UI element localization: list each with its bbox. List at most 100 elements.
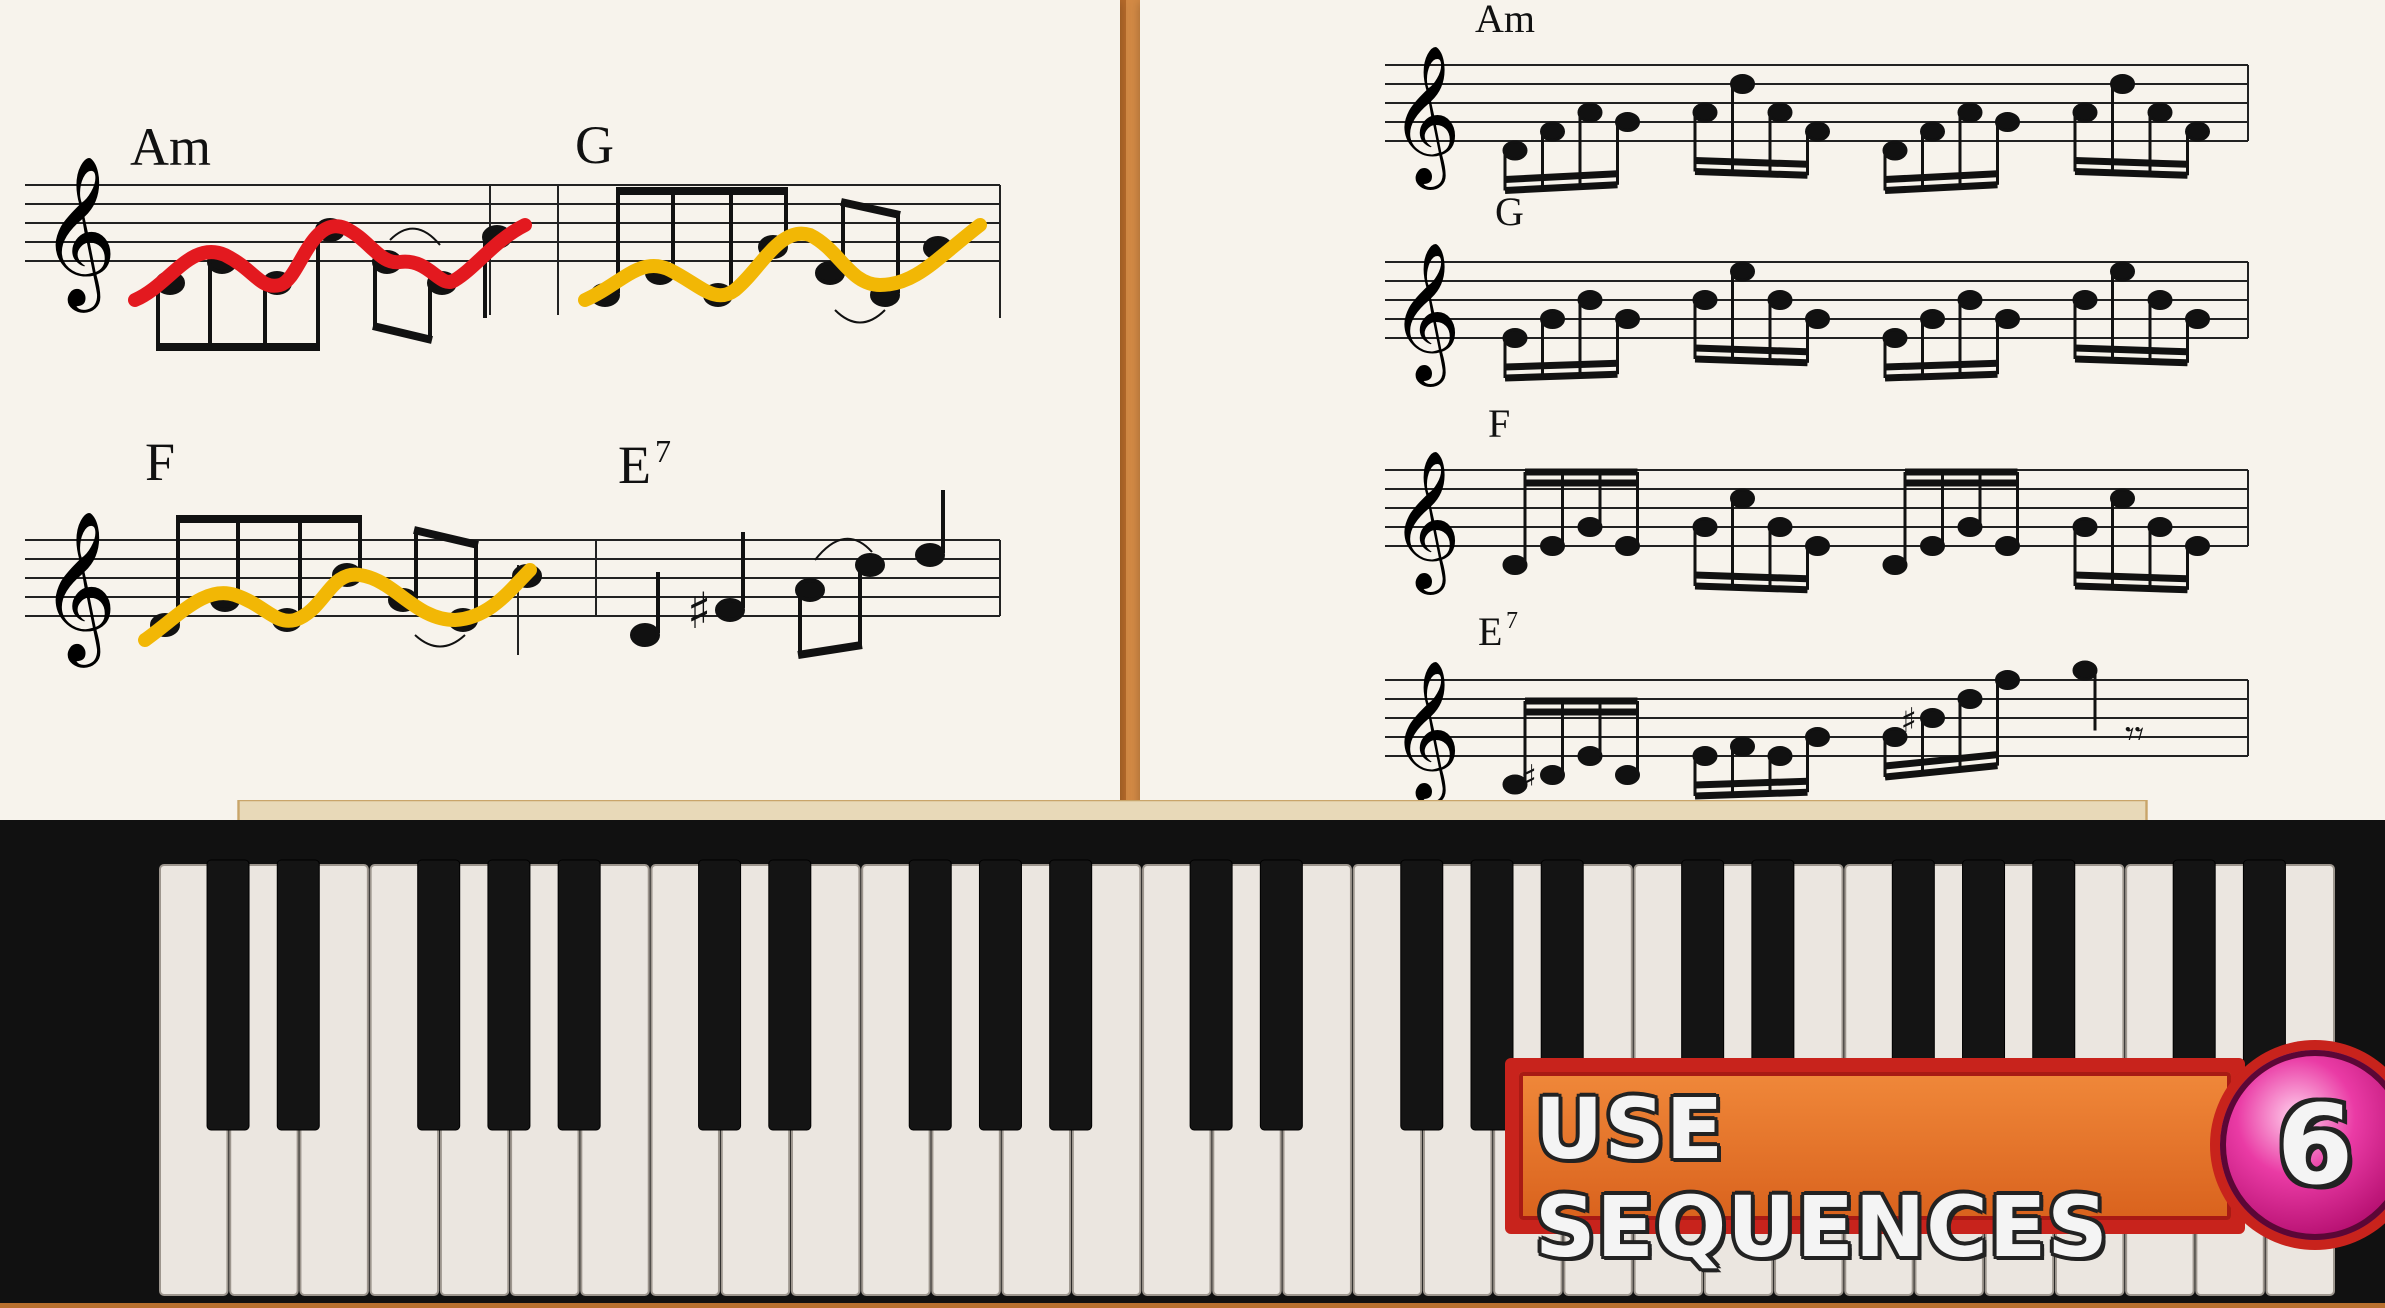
- note-head: [1920, 309, 1945, 329]
- note-beam: [1694, 788, 1808, 800]
- note-beam: [1884, 170, 1998, 183]
- note-head: [2110, 488, 2135, 509]
- black-key[interactable]: [1259, 859, 1303, 1131]
- sequence-line-yellow: [578, 218, 987, 307]
- sharp-icon: ♯: [1521, 758, 1537, 798]
- black-key[interactable]: [1049, 859, 1093, 1131]
- chord-label: F: [145, 432, 175, 492]
- note-beam: [1694, 582, 1808, 594]
- note-head: [2185, 309, 2210, 329]
- note-head: [1995, 536, 2020, 556]
- chord-superscript: 7: [655, 433, 671, 469]
- chord-label: F: [1488, 401, 1510, 446]
- note-head: [1957, 689, 1983, 709]
- note-beam: [2074, 355, 2188, 367]
- chord-label: E: [1478, 609, 1502, 654]
- note-head: [1767, 290, 1793, 310]
- black-key[interactable]: [557, 859, 601, 1131]
- note-head: [1692, 746, 1718, 766]
- note-head: [1577, 746, 1603, 766]
- note-head: [1692, 290, 1718, 310]
- note-beam: [1504, 370, 1618, 382]
- note-head: [1615, 765, 1640, 785]
- note-head: [1995, 112, 2020, 132]
- note-beam: [2074, 344, 2188, 356]
- note-head: [1692, 517, 1718, 537]
- note-head: [1540, 765, 1565, 785]
- left-score-svg: 𝄞 Am G 𝄞 F E 7 ♯: [25, 115, 1001, 668]
- note-head: [1730, 74, 1755, 94]
- note-head: [1692, 102, 1718, 123]
- black-key[interactable]: [417, 859, 461, 1131]
- note-head: [2147, 517, 2173, 537]
- note-beam: [1884, 359, 1998, 371]
- chord-label: E: [618, 435, 651, 495]
- note-head: [1577, 290, 1603, 310]
- note-beam: [1694, 168, 1808, 179]
- note-head: [1957, 517, 1983, 537]
- chord-label: Am: [1475, 0, 1535, 41]
- note-head: [1920, 121, 1945, 142]
- sequence-line-yellow: [138, 563, 537, 647]
- note-head: [2072, 290, 2098, 310]
- note-head: [1995, 309, 2020, 329]
- note-beam: [1884, 370, 1998, 382]
- treble-clef-icon: 𝄞: [1390, 450, 1461, 595]
- note-head: [1767, 746, 1793, 766]
- chord-label: Am: [130, 117, 211, 177]
- note-beam: [1694, 571, 1808, 583]
- note-head: [1920, 708, 1945, 728]
- treble-clef-icon: 𝄞: [40, 154, 117, 313]
- note-head: [2110, 261, 2135, 282]
- note-head: [1995, 670, 2020, 690]
- chord-superscript: 7: [1506, 608, 1518, 634]
- note-head: [2147, 102, 2173, 123]
- chord-label: G: [575, 115, 614, 175]
- note-beam: [2074, 168, 2188, 179]
- note-head: [1502, 555, 1528, 575]
- badge-number: 6: [2276, 1081, 2354, 1209]
- treble-clef-icon: 𝄞: [1390, 660, 1461, 805]
- note-head: [1920, 536, 1945, 556]
- right-score-svg: 𝄞 𝄞 𝄞 𝄞 Am G F E 7 ♯ ♯ 𝄾𝄾: [1385, 0, 2249, 805]
- sixteenth-note-sequences: ♯ ♯ 𝄾𝄾: [1502, 74, 2210, 800]
- note-head: [1540, 121, 1565, 142]
- black-key[interactable]: [978, 859, 1022, 1131]
- note-beam: [1694, 355, 1808, 367]
- note-beam: [2074, 157, 2188, 168]
- note-head: [2072, 517, 2098, 537]
- note-head: [1577, 102, 1603, 123]
- note-head: [1540, 536, 1565, 556]
- note-head: [1730, 736, 1755, 757]
- note-head: [1577, 517, 1603, 537]
- note-head: [1882, 328, 1908, 348]
- black-key[interactable]: [1400, 859, 1444, 1131]
- black-key[interactable]: [768, 859, 812, 1131]
- note-beam: [1504, 170, 1618, 183]
- treble-clef-icon: 𝄞: [40, 509, 117, 668]
- black-key[interactable]: [276, 859, 320, 1131]
- black-key[interactable]: [206, 859, 250, 1131]
- note-head: [1957, 290, 1983, 310]
- black-key[interactable]: [698, 859, 742, 1131]
- note-beam: [1694, 344, 1808, 356]
- left-sheet-music: 𝄞 Am G 𝄞 F E 7 ♯: [0, 0, 1120, 828]
- note-head: [2072, 660, 2098, 681]
- note-head: [1730, 488, 1755, 509]
- note-head: [1502, 328, 1528, 348]
- note-head: [1615, 536, 1640, 556]
- black-key[interactable]: [908, 859, 952, 1131]
- note-head: [1805, 121, 1830, 142]
- black-key[interactable]: [1189, 859, 1233, 1131]
- note-beam: [1504, 181, 1618, 194]
- note-head: [2185, 536, 2210, 556]
- right-sheet-music: 𝄞 𝄞 𝄞 𝄞 Am G F E 7 ♯ ♯ 𝄾𝄾: [1140, 0, 2385, 840]
- badge-label: USE SEQUENCES: [1535, 1080, 2109, 1276]
- note-head: [1882, 555, 1908, 575]
- note-head: [1805, 536, 1830, 556]
- note-head: [2072, 102, 2098, 123]
- note-head: [1957, 102, 1983, 123]
- note-beam: [2074, 571, 2188, 583]
- tip-badge: USE SEQUENCES 6: [1505, 1040, 2385, 1276]
- black-key[interactable]: [487, 859, 531, 1131]
